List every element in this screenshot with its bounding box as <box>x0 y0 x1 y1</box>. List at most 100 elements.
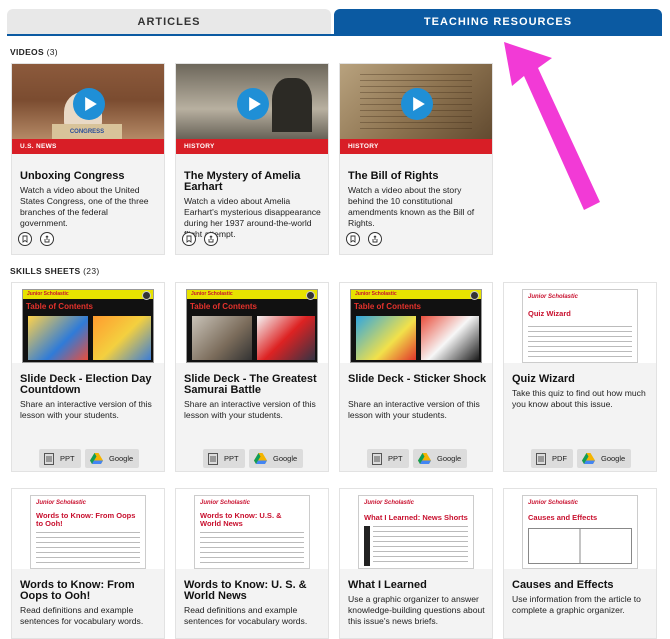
share-button[interactable] <box>40 232 54 246</box>
skill-title[interactable]: Causes and Effects <box>512 580 652 591</box>
skill-card-what-i-learned[interactable]: Junior Scholastic What I Learned: News S… <box>339 488 493 639</box>
skill-card-words-us-world[interactable]: Junior Scholastic Words to Know: U.S. & … <box>175 488 329 639</box>
skill-title[interactable]: Slide Deck - Election Day Countdown <box>20 374 160 396</box>
bookmark-icon <box>350 235 356 243</box>
video-thumbnail[interactable]: HISTORY <box>176 64 328 154</box>
google-slides-button[interactable]: Google <box>85 449 140 468</box>
worksheet-heading: Causes and Effects <box>528 513 598 522</box>
videos-section-label: VIDEOS (3) <box>10 47 58 57</box>
skill-title[interactable]: Words to Know: U. S. & World News <box>184 580 324 602</box>
tab-underline <box>7 34 662 36</box>
document-icon <box>44 452 54 465</box>
bookmark-icon <box>22 235 28 243</box>
video-title[interactable]: Unboxing Congress <box>20 171 160 182</box>
share-icon <box>44 235 50 243</box>
brand-logo: Junior Scholastic <box>364 500 415 506</box>
ppt-label: PPT <box>224 454 239 463</box>
google-docs-button[interactable]: Google <box>577 449 632 468</box>
skills-count: (23) <box>83 266 100 276</box>
video-description: Watch a video about the United States Co… <box>20 185 149 228</box>
skill-description: Read definitions and example sentences f… <box>184 605 308 626</box>
skill-thumbnail[interactable]: Junior Scholastic What I Learned: News S… <box>340 489 492 569</box>
resource-tabs: ARTICLES TEACHING RESOURCES <box>7 9 662 35</box>
slide-heading: Table of Contents <box>190 302 257 311</box>
google-label: Google <box>437 454 462 463</box>
brand-logo: Junior Scholastic <box>528 500 579 506</box>
video-thumbnail[interactable]: HISTORY <box>340 64 492 154</box>
play-button[interactable] <box>73 88 105 120</box>
ppt-download-button[interactable]: PPT <box>367 449 409 468</box>
skill-card-samurai-battle[interactable]: Junior Scholastic Table of Contents Slid… <box>175 282 329 472</box>
google-drive-icon <box>418 453 431 464</box>
skill-card-quiz-wizard[interactable]: Junior Scholastic Quiz Wizard Quiz Wizar… <box>503 282 657 472</box>
google-slides-button[interactable]: Google <box>413 449 468 468</box>
skill-description: Read definitions and example sentences f… <box>20 605 144 626</box>
worksheet-heading: What I Learned: News Shorts <box>364 513 468 522</box>
skills-label-text: SKILLS SHEETS <box>10 266 81 276</box>
skills-section-label: SKILLS SHEETS (23) <box>10 266 100 276</box>
skill-description: Use a graphic organizer to answer knowle… <box>348 594 485 626</box>
brand-logo: Junior Scholastic <box>355 291 397 297</box>
share-button[interactable] <box>204 232 218 246</box>
google-label: Google <box>109 454 134 463</box>
skill-thumbnail[interactable]: Junior Scholastic Causes and Effects <box>504 489 656 569</box>
bookmark-button[interactable] <box>18 232 32 246</box>
skill-thumbnail[interactable]: Junior Scholastic Table of Contents <box>12 283 164 363</box>
globe-icon <box>142 291 151 300</box>
play-button[interactable] <box>237 88 269 120</box>
bookmark-button[interactable] <box>182 232 196 246</box>
video-title[interactable]: The Bill of Rights <box>348 171 488 182</box>
play-icon <box>412 97 425 111</box>
video-thumbnail[interactable]: CONGRESS U.S. NEWS <box>12 64 164 154</box>
worksheet-preview: Junior Scholastic Causes and Effects <box>522 495 638 569</box>
skill-thumbnail[interactable]: Junior Scholastic Words to Know: From Oo… <box>12 489 164 569</box>
tab-teaching-resources[interactable]: TEACHING RESOURCES <box>334 9 662 35</box>
skill-thumbnail[interactable]: Junior Scholastic Table of Contents <box>176 283 328 363</box>
ppt-download-button[interactable]: PPT <box>39 449 81 468</box>
skill-card-causes-effects[interactable]: Junior Scholastic Causes and Effects Cau… <box>503 488 657 639</box>
videos-count: (3) <box>46 47 58 57</box>
brand-logo: Junior Scholastic <box>200 500 251 506</box>
skill-title[interactable]: Words to Know: From Oops to Ooh! <box>20 580 160 602</box>
pdf-label: PDF <box>552 454 567 463</box>
video-card-amelia-earhart[interactable]: HISTORY The Mystery of Amelia Earhart Wa… <box>175 63 329 255</box>
brand-logo: Junior Scholastic <box>191 291 233 297</box>
slide-heading: Table of Contents <box>26 302 93 311</box>
skill-thumbnail[interactable]: Junior Scholastic Quiz Wizard <box>504 283 656 363</box>
skill-title[interactable]: What I Learned <box>348 580 488 591</box>
play-button[interactable] <box>401 88 433 120</box>
skill-thumbnail[interactable]: Junior Scholastic Words to Know: U.S. & … <box>176 489 328 569</box>
congress-box: CONGRESS <box>52 124 122 140</box>
skill-title[interactable]: Quiz Wizard <box>512 374 652 385</box>
share-button[interactable] <box>368 232 382 246</box>
video-tag: HISTORY <box>176 139 328 154</box>
skill-thumbnail[interactable]: Junior Scholastic Table of Contents <box>340 283 492 363</box>
video-card-bill-of-rights[interactable]: HISTORY The Bill of Rights Watch a video… <box>339 63 493 255</box>
skill-description: Share an interactive version of this les… <box>184 399 316 420</box>
earhart-figure <box>272 78 312 132</box>
play-icon <box>84 97 97 111</box>
ppt-label: PPT <box>388 454 403 463</box>
pdf-download-button[interactable]: PDF <box>531 449 573 468</box>
tab-articles[interactable]: ARTICLES <box>7 9 331 35</box>
worksheet-heading: Words to Know: From Oops to Ooh! <box>36 511 136 528</box>
google-slides-button[interactable]: Google <box>249 449 304 468</box>
skill-card-election-day[interactable]: Junior Scholastic Table of Contents Slid… <box>11 282 165 472</box>
document-icon <box>208 452 218 465</box>
video-card-unboxing-congress[interactable]: CONGRESS U.S. NEWS Unboxing Congress Wat… <box>11 63 165 255</box>
skill-title[interactable]: Slide Deck - The Greatest Samurai Battle <box>184 374 324 396</box>
bookmark-button[interactable] <box>346 232 360 246</box>
slide-preview: Junior Scholastic Table of Contents <box>22 289 154 363</box>
worksheet-preview: Junior Scholastic Words to Know: From Oo… <box>30 495 146 569</box>
skill-card-sticker-shock[interactable]: Junior Scholastic Table of Contents Slid… <box>339 282 493 472</box>
skill-card-words-oops[interactable]: Junior Scholastic Words to Know: From Oo… <box>11 488 165 639</box>
ppt-download-button[interactable]: PPT <box>203 449 245 468</box>
share-icon <box>208 235 214 243</box>
video-title[interactable]: The Mystery of Amelia Earhart <box>184 171 324 193</box>
video-tag: HISTORY <box>340 139 492 154</box>
worksheet-preview: Junior Scholastic Quiz Wizard <box>522 289 638 363</box>
video-description: Watch a video about the story behind the… <box>348 185 475 228</box>
worksheet-preview: Junior Scholastic Words to Know: U.S. & … <box>194 495 310 569</box>
pointer-arrow-annotation <box>504 42 600 210</box>
skill-title[interactable]: Slide Deck - Sticker Shock <box>348 374 488 385</box>
